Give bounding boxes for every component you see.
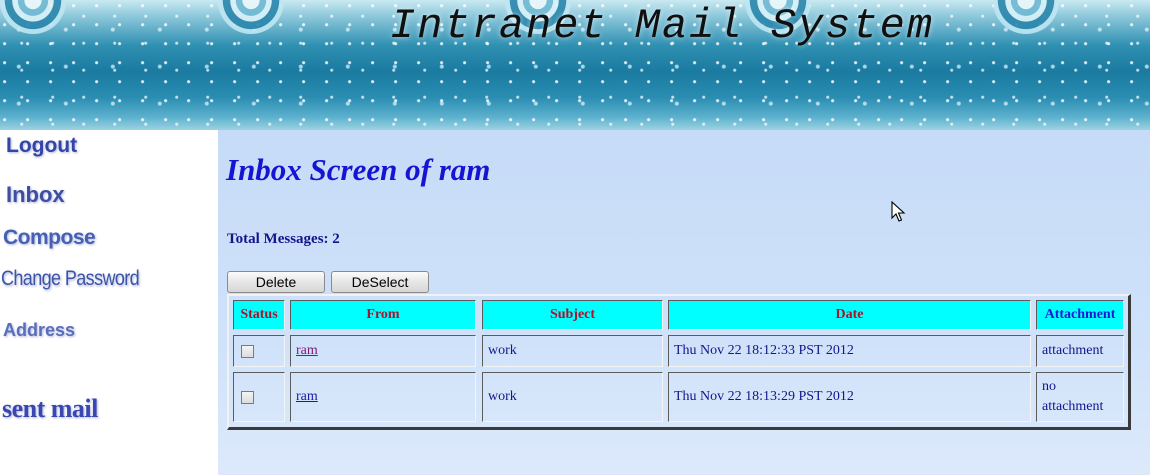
row-2-checkbox[interactable] [241,390,254,404]
row-1-from-link[interactable]: ram [296,343,318,359]
main-content: Inbox Screen of ram Total Messages: 2 De… [218,130,1150,475]
sidebar-item-compose[interactable]: Compose [3,226,96,250]
mouse-pointer-icon [891,201,906,222]
table-row-2-from: ram [290,372,476,422]
header-banner: Intranet Mail System [0,0,1150,130]
deselect-button[interactable]: DeSelect [331,271,429,293]
row-2-attachment-line2: attachment [1042,399,1104,414]
table-row-1-status [233,335,285,367]
table-row-2-attachment: no attachment [1036,372,1124,422]
row-2-attachment-line1: no [1042,379,1056,394]
total-messages: Total Messages: 2 [227,231,340,248]
app-title: Intranet Mail System [390,2,935,50]
row-1-checkbox[interactable] [241,344,254,358]
sidebar-nav: Logout Inbox Compose Change Password Add… [0,130,218,475]
column-header-date: Date [668,300,1031,330]
table-row-1-from: ram [290,335,476,367]
table-row-2-subject: work [482,372,663,422]
column-header-status: Status [233,300,285,330]
sidebar-item-inbox[interactable]: Inbox [6,182,65,208]
table-row-1-date: Thu Nov 22 18:12:33 PST 2012 [668,335,1031,367]
inbox-table: Status From Subject Date Attachment ram … [227,294,1131,430]
table-row-1-attachment: attachment [1036,335,1124,367]
total-messages-label: Total Messages: [227,231,329,247]
ornament-icon [218,0,284,34]
sidebar-item-change-password[interactable]: Change Password [1,266,140,291]
page-title: Inbox Screen of ram [226,152,491,187]
sidebar-item-sent-mail[interactable]: sent mail [2,394,98,424]
row-2-from-link[interactable]: ram [296,389,318,405]
ornament-icon [993,0,1059,34]
sidebar-item-logout[interactable]: Logout [6,134,77,158]
column-header-from: From [290,300,476,330]
column-header-attachment: Attachment [1036,300,1124,330]
column-header-subject: Subject [482,300,663,330]
sidebar-item-address[interactable]: Address [3,320,75,341]
table-row-2-status [233,372,285,422]
delete-button[interactable]: Delete [227,271,325,293]
ornament-icon [0,0,66,34]
table-row-1-subject: work [482,335,663,367]
table-row-2-date: Thu Nov 22 18:13:29 PST 2012 [668,372,1031,422]
total-messages-count: 2 [332,231,340,247]
